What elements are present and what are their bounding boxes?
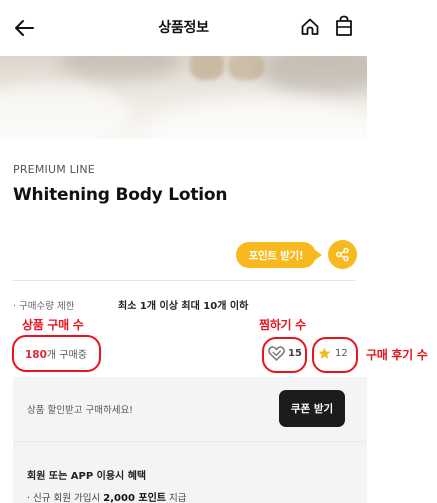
share-button[interactable] — [328, 240, 357, 269]
annotation-review-label: 구매 후기 수 — [366, 348, 428, 362]
shopping-bag-button[interactable] — [331, 13, 357, 39]
share-icon — [336, 247, 349, 262]
member-benefit-prefix: · 신규 회원 가입시 — [27, 493, 104, 503]
member-benefit-item: · 신규 회원 가입시 2,000 포인트 지급 — [27, 489, 187, 503]
annotation-purchase-label: 상품 구매 수 — [22, 318, 84, 332]
annotation-wish-label: 찜하기 수 — [259, 318, 306, 332]
purchase-limit-label: · 구매수량 제한 — [13, 301, 75, 312]
app-header: 상품정보 — [0, 0, 367, 56]
annotation-wish-circle — [262, 337, 307, 373]
product-image[interactable] — [0, 56, 367, 139]
point-badge[interactable]: 포인트 받기! — [236, 242, 322, 268]
coupon-text: 상품 할인받고 구매하세요! — [27, 405, 133, 416]
brand-line: PREMIUM LINE — [13, 163, 95, 176]
member-benefit-points: 2,000 포인트 — [103, 493, 166, 503]
product-name: Whitening Body Lotion — [13, 185, 228, 205]
shopping-bag-icon — [336, 15, 352, 36]
home-icon — [301, 18, 319, 35]
annotation-review-circle — [312, 337, 358, 373]
member-benefit-title: 회원 또는 APP 이용시 혜택 — [27, 471, 147, 482]
coupon-button[interactable]: 쿠폰 받기 — [279, 390, 345, 427]
coupon-section: 상품 할인받고 구매하세요! 쿠폰 받기 — [13, 377, 367, 441]
home-button[interactable] — [297, 14, 323, 40]
product-detail-screen: 상품정보 PREMIUM LINE Whitening Body Lotion … — [0, 0, 367, 503]
purchase-limit-value: 최소 1개 이상 최대 10개 이하 — [118, 301, 249, 312]
member-benefit-suffix: 지급 — [166, 493, 187, 503]
annotation-purchase-circle — [12, 335, 101, 372]
member-benefit-section: 회원 또는 APP 이용시 혜택 · 신규 회원 가입시 2,000 포인트 지… — [13, 441, 367, 503]
section-divider — [13, 280, 355, 281]
